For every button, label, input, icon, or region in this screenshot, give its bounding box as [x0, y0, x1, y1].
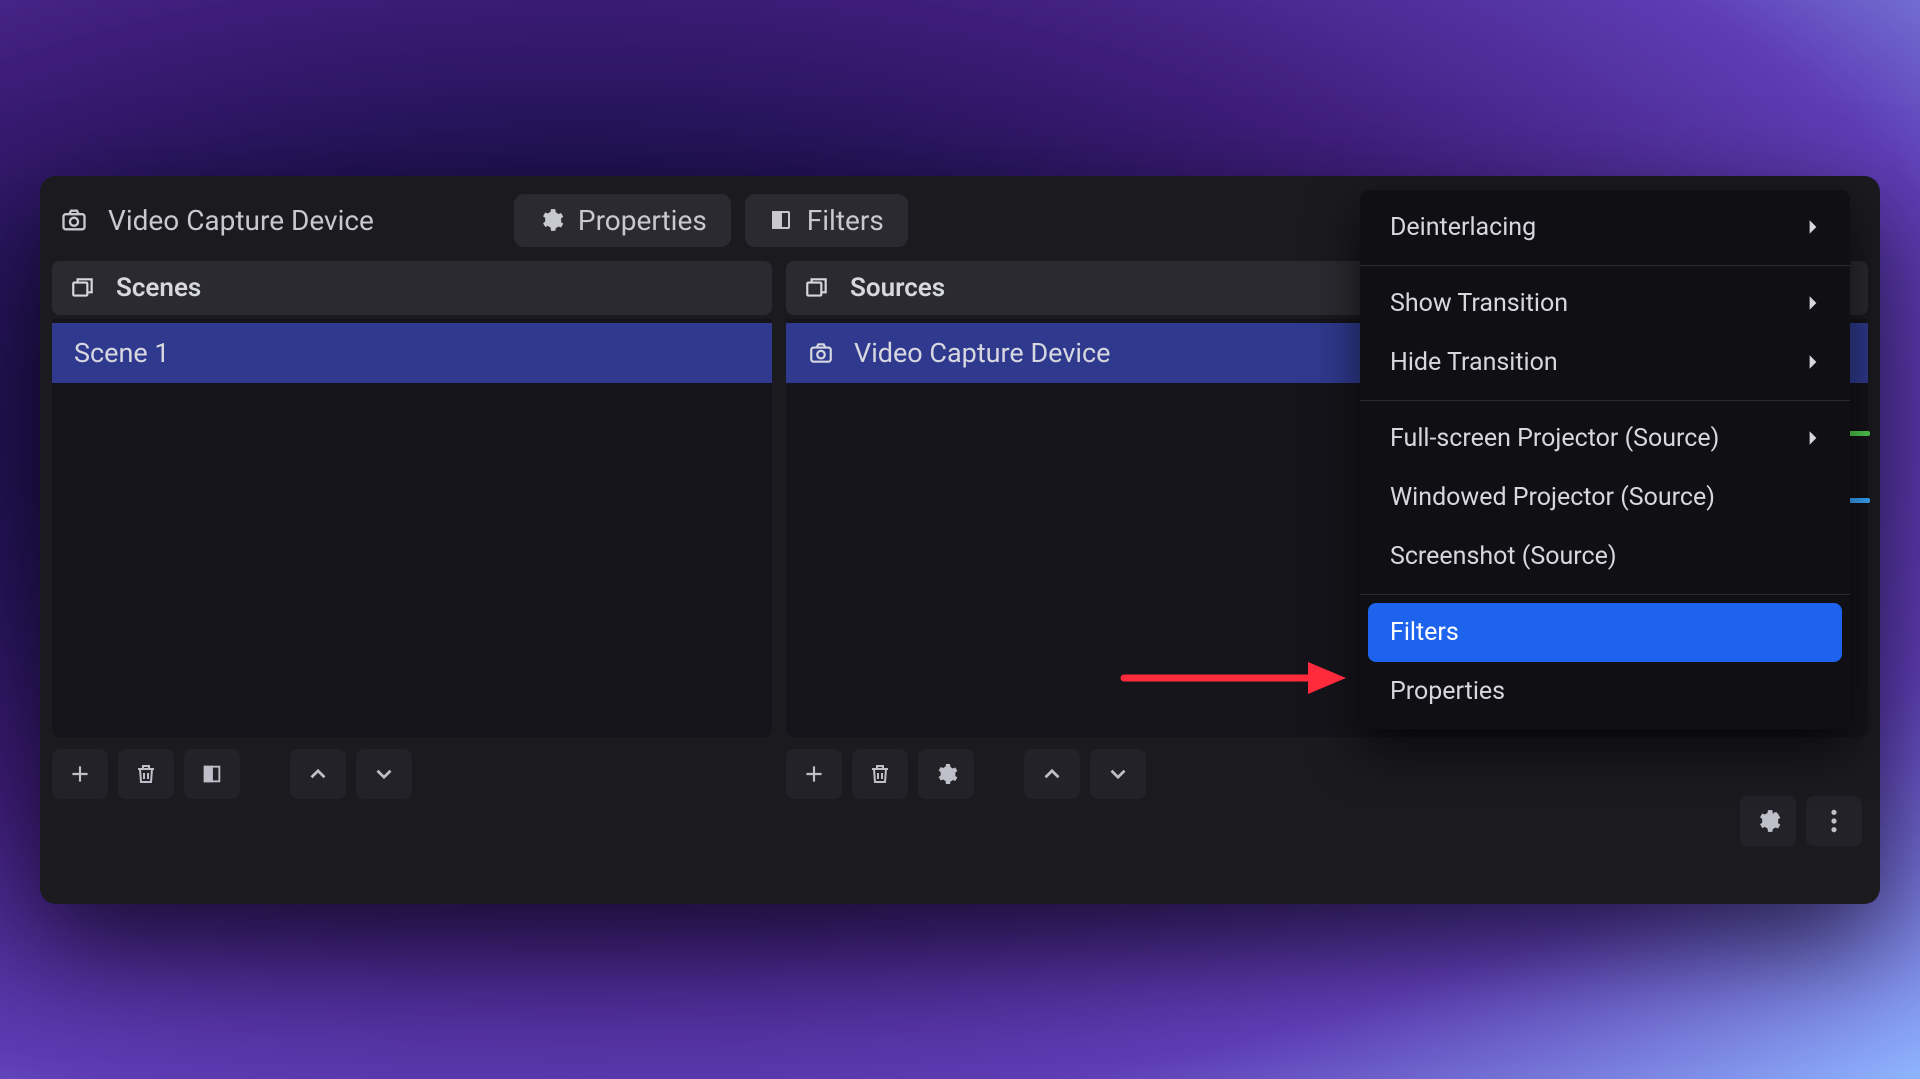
filters-label: Filters — [807, 204, 884, 237]
chevron-right-icon — [1806, 294, 1820, 312]
source-context-menu: Deinterlacing Show Transition Hide Trans… — [1360, 190, 1850, 729]
menu-separator — [1360, 400, 1850, 401]
menu-filters[interactable]: Filters — [1368, 603, 1842, 662]
source-properties-button[interactable] — [918, 749, 974, 799]
menu-windowed-projector[interactable]: Windowed Projector (Source) — [1360, 468, 1850, 527]
menu-item-label: Deinterlacing — [1390, 213, 1536, 242]
remove-scene-button[interactable] — [118, 749, 174, 799]
move-source-up-button[interactable] — [1024, 749, 1080, 799]
properties-button[interactable]: Properties — [514, 194, 731, 247]
current-source-name: Video Capture Device — [108, 204, 374, 237]
add-scene-button[interactable] — [52, 749, 108, 799]
filters-icon — [769, 208, 793, 232]
camera-icon — [808, 340, 834, 366]
sources-title: Sources — [850, 273, 945, 303]
source-item-label: Video Capture Device — [854, 337, 1110, 369]
menu-deinterlacing[interactable]: Deinterlacing — [1360, 198, 1850, 257]
properties-label: Properties — [578, 204, 707, 237]
filters-button[interactable]: Filters — [745, 194, 908, 247]
scenes-toolbar — [52, 737, 772, 799]
scenes-panel: Scenes Scene 1 — [52, 261, 772, 799]
menu-item-label: Screenshot (Source) — [1390, 542, 1617, 571]
menu-item-label: Full-screen Projector (Source) — [1390, 424, 1719, 453]
scenes-list: Scene 1 — [52, 319, 772, 737]
menu-fullscreen-projector[interactable]: Full-screen Projector (Source) — [1360, 409, 1850, 468]
obs-window: Video Capture Device Properties Filters — [40, 176, 1880, 904]
sources-toolbar — [786, 737, 1868, 799]
add-source-button[interactable] — [786, 749, 842, 799]
chevron-right-icon — [1806, 429, 1820, 447]
chevron-right-icon — [1806, 353, 1820, 371]
menu-properties[interactable]: Properties — [1360, 662, 1850, 721]
menu-item-label: Filters — [1390, 618, 1459, 647]
camera-icon — [60, 206, 88, 234]
menu-separator — [1360, 265, 1850, 266]
current-source-chip: Video Capture Device — [58, 198, 376, 243]
move-scene-up-button[interactable] — [290, 749, 346, 799]
move-source-down-button[interactable] — [1090, 749, 1146, 799]
right-corner-toolbar — [1740, 796, 1862, 846]
remove-source-button[interactable] — [852, 749, 908, 799]
scene-item[interactable]: Scene 1 — [52, 323, 772, 383]
move-scene-down-button[interactable] — [356, 749, 412, 799]
menu-item-label: Show Transition — [1390, 289, 1568, 318]
menu-item-label: Windowed Projector (Source) — [1390, 483, 1715, 512]
menu-item-label: Properties — [1390, 677, 1505, 706]
menu-show-transition[interactable]: Show Transition — [1360, 274, 1850, 333]
more-options-button[interactable] — [1806, 796, 1862, 846]
menu-hide-transition[interactable]: Hide Transition — [1360, 333, 1850, 392]
scenes-header[interactable]: Scenes — [52, 261, 772, 315]
menu-separator — [1360, 594, 1850, 595]
scenes-title: Scenes — [116, 273, 201, 303]
scene-item-label: Scene 1 — [74, 337, 170, 369]
gear-icon — [538, 207, 564, 233]
sources-icon — [804, 275, 830, 301]
scene-filters-button[interactable] — [184, 749, 240, 799]
menu-screenshot[interactable]: Screenshot (Source) — [1360, 527, 1850, 586]
chevron-right-icon — [1806, 218, 1820, 236]
scenes-icon — [70, 275, 96, 301]
advanced-audio-settings-button[interactable] — [1740, 796, 1796, 846]
menu-item-label: Hide Transition — [1390, 348, 1558, 377]
